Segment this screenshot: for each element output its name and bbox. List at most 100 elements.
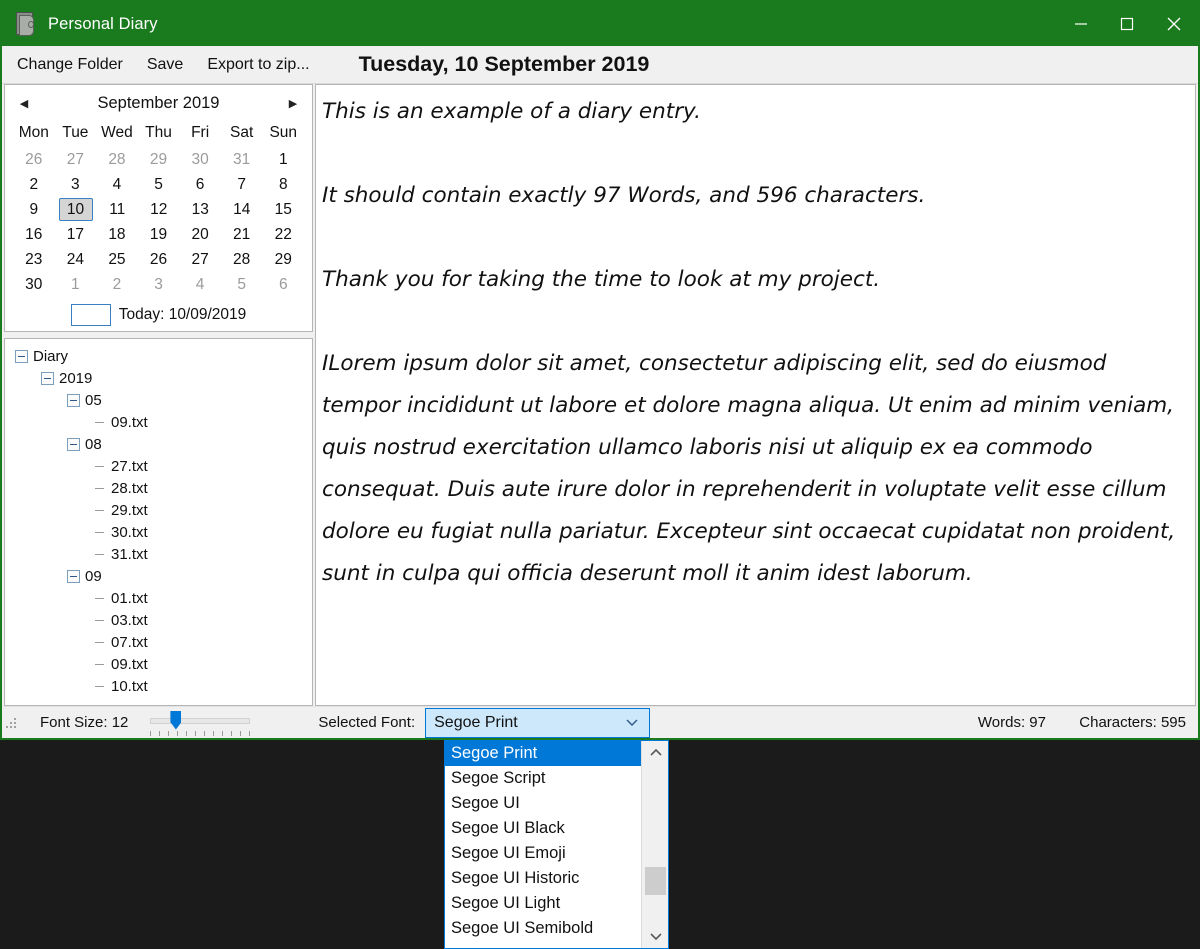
calendar-day[interactable]: 24 (55, 249, 97, 270)
calendar-day[interactable]: 29 (138, 149, 180, 170)
calendar-day[interactable]: 22 (262, 224, 304, 245)
slider-track[interactable] (150, 717, 251, 724)
calendar-day[interactable]: 8 (262, 174, 304, 195)
tree-folder-node[interactable]: 08 (9, 433, 308, 455)
tree-file-node[interactable]: 30.txt (9, 521, 308, 543)
font-size-slider[interactable] (150, 710, 251, 736)
chevron-down-icon[interactable] (642, 924, 668, 948)
tree-file-node[interactable]: 10.txt (9, 675, 308, 697)
collapse-icon[interactable] (15, 349, 28, 363)
calendar-day[interactable]: 11 (97, 199, 139, 220)
calendar-day[interactable]: 3 (55, 174, 97, 195)
font-dropdown-item[interactable]: Segoe UI Light (445, 891, 641, 916)
collapse-icon[interactable] (67, 393, 80, 407)
tree-file-node[interactable]: 09.txt (9, 411, 308, 433)
font-select-combobox[interactable]: Segoe Print (425, 707, 651, 738)
tree-folder-node[interactable]: Diary (9, 345, 308, 367)
tree-file-node[interactable]: 29.txt (9, 499, 308, 521)
font-dropdown-item[interactable]: Segoe Script (445, 766, 641, 791)
calendar-day[interactable]: 18 (96, 224, 138, 245)
tree-file-node[interactable]: 31.txt (9, 543, 308, 565)
calendar-day[interactable]: 28 (96, 149, 138, 170)
tree-folder-node[interactable]: 05 (9, 389, 308, 411)
calendar-day[interactable]: 4 (179, 274, 221, 295)
maximize-button[interactable] (1104, 2, 1150, 46)
calendar-day[interactable]: 26 (13, 149, 55, 170)
calendar-day-selected[interactable]: 10 (58, 198, 93, 221)
today-label[interactable]: Today: 10/09/2019 (119, 306, 247, 324)
file-tree[interactable]: Diary 2019 05 09.txt 08 27.txt 28.txt 29.txt 30.… (4, 338, 313, 706)
calendar-day[interactable]: 9 (13, 199, 55, 220)
tree-file-node[interactable]: 07.txt (9, 631, 308, 653)
calendar-prev-month-icon[interactable]: ◀ (13, 97, 35, 110)
slider-thumb[interactable] (170, 710, 182, 730)
collapse-icon[interactable] (67, 569, 80, 583)
calendar-day[interactable]: 27 (55, 149, 97, 170)
calendar-day[interactable]: 26 (138, 249, 180, 270)
calendar-day[interactable]: 13 (180, 199, 222, 220)
font-dropdown-item[interactable]: Segoe Print (445, 741, 641, 766)
font-dropdown-item[interactable]: Segoe UI Historic (445, 866, 641, 891)
font-dropdown-item[interactable]: Segoe UI Emoji (445, 841, 641, 866)
calendar-day[interactable]: 2 (96, 274, 138, 295)
tree-file-node[interactable]: 01.txt (9, 587, 308, 609)
tree-file-node[interactable]: 28.txt (9, 477, 308, 499)
calendar-day[interactable]: 20 (179, 224, 221, 245)
calendar-day[interactable]: 21 (221, 224, 263, 245)
export-to-zip-button[interactable]: Export to zip... (198, 54, 318, 76)
calendar-day[interactable]: 7 (221, 174, 263, 195)
chevron-up-icon[interactable] (642, 741, 668, 765)
calendar-day[interactable]: 31 (221, 149, 263, 170)
tree-node-label: 05 (85, 391, 102, 409)
calendar-day[interactable]: 23 (13, 249, 55, 270)
calendar-day[interactable]: 1 (55, 274, 97, 295)
tree-file-node[interactable]: 09.txt (9, 653, 308, 675)
font-dropdown-list[interactable]: Segoe Print Segoe Script Segoe UI Segoe UI … (445, 741, 641, 948)
tree-folder-node[interactable]: 09 (9, 565, 308, 587)
calendar-day[interactable]: 6 (179, 174, 221, 195)
calendar-day[interactable]: 1 (262, 149, 304, 170)
minimize-button[interactable] (1058, 2, 1104, 46)
calendar-day[interactable]: 2 (13, 174, 55, 195)
calendar-widget[interactable]: ◀ September 2019 ▶ Mon Tue Wed Thu Fri Sat Sun… (4, 84, 313, 332)
calendar-day[interactable]: 5 (138, 174, 180, 195)
close-button[interactable] (1150, 2, 1198, 46)
font-dropdown-item[interactable]: Segoe UI (445, 791, 641, 816)
change-folder-button[interactable]: Change Folder (8, 54, 132, 76)
tree-file-node[interactable]: 03.txt (9, 609, 308, 631)
font-dropdown-popup[interactable]: Segoe Print Segoe Script Segoe UI Segoe UI … (444, 740, 669, 949)
calendar-month-title[interactable]: September 2019 (35, 94, 282, 113)
save-button[interactable]: Save (138, 54, 192, 76)
today-swatch[interactable] (70, 304, 111, 326)
font-dropdown-item[interactable]: Segoe UI Semibold (445, 916, 641, 941)
calendar-day[interactable]: 15 (263, 199, 305, 220)
calendar-day[interactable]: 19 (138, 224, 180, 245)
calendar-day[interactable]: 30 (179, 149, 221, 170)
resize-grip-icon[interactable] (6, 716, 20, 730)
calendar-day[interactable]: 25 (96, 249, 138, 270)
calendar-next-month-icon[interactable]: ▶ (282, 97, 304, 110)
calendar-day[interactable]: 5 (221, 274, 263, 295)
calendar-day[interactable]: 4 (96, 174, 138, 195)
calendar-day[interactable]: 17 (55, 224, 97, 245)
tree-file-node[interactable]: 27.txt (9, 455, 308, 477)
chevron-down-icon[interactable] (625, 715, 639, 734)
window-title: Personal Diary (48, 14, 158, 33)
diary-editor[interactable]: This is an example of a diary entry. It … (315, 84, 1196, 706)
font-dropdown-scrollbar[interactable] (641, 741, 668, 948)
collapse-icon[interactable] (67, 437, 80, 451)
scrollbar-thumb[interactable] (645, 867, 666, 895)
calendar-day[interactable]: 16 (13, 224, 55, 245)
diary-editor-text[interactable]: This is an example of a diary entry. It … (322, 91, 1187, 595)
calendar-day[interactable]: 6 (262, 274, 304, 295)
calendar-day[interactable]: 12 (138, 199, 180, 220)
calendar-day[interactable]: 30 (13, 274, 55, 295)
calendar-day[interactable]: 28 (221, 249, 263, 270)
tree-folder-node[interactable]: 2019 (9, 367, 308, 389)
font-dropdown-item[interactable]: Segoe UI Black (445, 816, 641, 841)
collapse-icon[interactable] (41, 371, 54, 385)
calendar-day[interactable]: 14 (221, 199, 263, 220)
calendar-day[interactable]: 29 (262, 249, 304, 270)
calendar-day[interactable]: 27 (179, 249, 221, 270)
calendar-day[interactable]: 3 (138, 274, 180, 295)
